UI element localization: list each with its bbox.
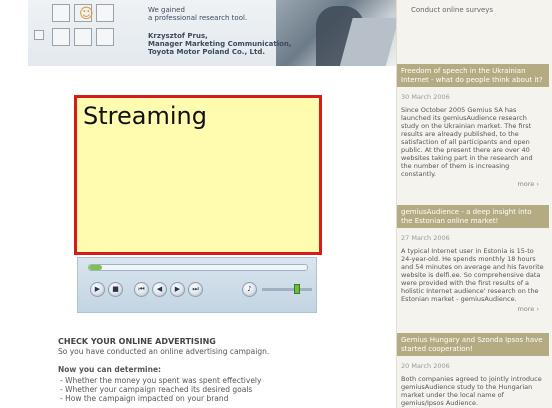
video-player: Streaming ▶ ■ ⏮ ◀ ▶ ⏭ ♪ xyxy=(74,95,322,323)
stream-title: Streaming xyxy=(83,102,207,130)
news-date: 30 March 2006 xyxy=(401,93,450,101)
news-body: Since October 2005 Gemius SA has launche… xyxy=(401,106,533,178)
more-link[interactable]: more › xyxy=(397,305,552,313)
more-link[interactable]: more › xyxy=(397,180,552,188)
small-square-decoration xyxy=(34,30,44,40)
main-content: We gained a professional research tool. … xyxy=(0,0,396,408)
list-item: How the campaign impacted on your brand xyxy=(58,394,388,403)
volume-slider[interactable] xyxy=(262,288,312,291)
determine-list: Whether the money you spent was spent ef… xyxy=(58,376,388,403)
news-date: 27 March 2006 xyxy=(401,234,450,242)
news-title-link[interactable]: gemiusAudience - a deep insight into the… xyxy=(397,205,549,228)
advertising-section: CHECK YOUR ONLINE ADVERTISING So you hav… xyxy=(58,337,388,403)
news-item: Freedom of speech in the Ukrainian Inter… xyxy=(397,64,552,188)
news-item: Gemius Hungary and Szonda Ipsos have sta… xyxy=(397,333,552,407)
arrow-right-icon: › xyxy=(536,305,539,313)
news-sidebar: Conduct online surveys Freedom of speech… xyxy=(396,0,552,408)
surveys-link[interactable]: Conduct online surveys xyxy=(411,6,493,14)
list-item: Whether the money you spent was spent ef… xyxy=(58,376,388,385)
mute-button[interactable]: ♪ xyxy=(242,282,257,297)
square-decoration xyxy=(52,28,70,46)
previous-button[interactable]: ⏮ xyxy=(134,282,149,297)
banner-photo xyxy=(276,0,396,66)
more-link-label[interactable]: more xyxy=(517,305,534,313)
testimonial-text: We gained a professional research tool. … xyxy=(148,6,292,56)
rewind-button[interactable]: ◀ xyxy=(152,282,167,297)
stop-button[interactable]: ■ xyxy=(108,282,123,297)
list-item: Whether your campaign reached its desire… xyxy=(58,385,388,394)
advertising-subtext: So you have conducted an online advertis… xyxy=(58,347,270,356)
news-title-link[interactable]: Freedom of speech in the Ukrainian Inter… xyxy=(397,64,549,87)
testimonial-author: Krzysztof Prus, xyxy=(148,32,208,40)
square-decoration xyxy=(52,4,70,22)
volume-knob[interactable] xyxy=(294,284,300,294)
play-button[interactable]: ▶ xyxy=(90,282,105,297)
person-icon: ☺ xyxy=(79,6,94,22)
square-decoration xyxy=(96,4,114,22)
arrow-right-icon: › xyxy=(536,180,539,188)
forward-button[interactable]: ▶ xyxy=(170,282,185,297)
testimonial-line1: We gained xyxy=(148,6,185,14)
testimonial-role: Manager Marketing Communication, xyxy=(148,40,292,48)
progress-bar[interactable] xyxy=(88,264,308,271)
news-body: Both companies agreed to jointly introdu… xyxy=(401,375,542,407)
news-title-link[interactable]: Gemius Hungary and Szonda Ipsos have sta… xyxy=(397,333,549,356)
player-controls: ▶ ■ ⏮ ◀ ▶ ⏭ ♪ xyxy=(77,257,317,313)
progress-fill xyxy=(89,265,103,270)
square-decoration xyxy=(96,28,114,46)
testimonial-line2: a professional research tool. xyxy=(148,14,248,22)
more-link-label[interactable]: more xyxy=(517,180,534,188)
advertising-heading: CHECK YOUR ONLINE ADVERTISING xyxy=(58,337,216,346)
testimonial-company: Toyota Motor Poland Co., Ltd. xyxy=(148,48,266,56)
square-decoration xyxy=(74,28,92,46)
news-date: 20 March 2006 xyxy=(401,362,450,370)
person-square: ☺ xyxy=(74,4,94,22)
news-body: A typical Internet user in Estonia is 15… xyxy=(401,247,544,303)
next-button[interactable]: ⏭ xyxy=(188,282,203,297)
news-item: gemiusAudience - a deep insight into the… xyxy=(397,205,552,313)
determine-heading: Now you can determine: xyxy=(58,365,162,374)
video-screen[interactable]: Streaming xyxy=(74,95,322,255)
